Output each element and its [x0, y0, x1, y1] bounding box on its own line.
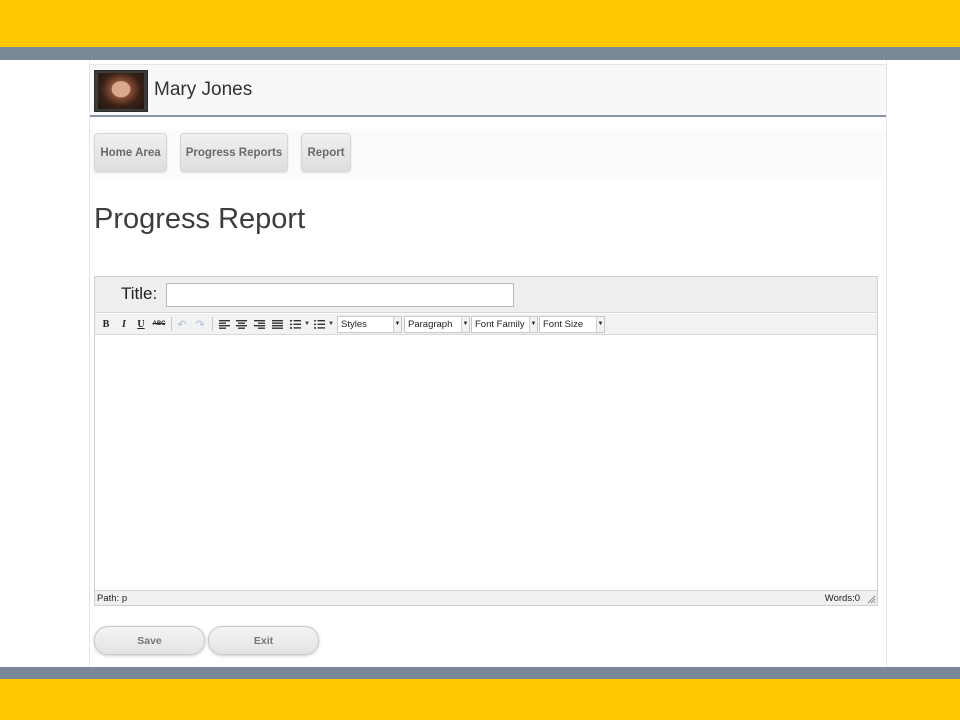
top-accent-band	[0, 0, 960, 47]
nav-progress-reports-button[interactable]: Progress Reports	[180, 133, 288, 172]
paragraph-select[interactable]: Paragraph ▼	[404, 316, 470, 333]
chevron-down-icon[interactable]: ▼	[328, 316, 334, 332]
bullet-list-icon[interactable]	[311, 316, 327, 332]
chevron-down-icon[interactable]: ▼	[304, 316, 310, 332]
align-justify-icon[interactable]	[269, 316, 285, 332]
nav-home-area-button[interactable]: Home Area	[94, 133, 167, 172]
chevron-down-icon: ▼	[596, 317, 604, 332]
align-left-icon[interactable]	[216, 316, 232, 332]
avatar	[94, 70, 148, 112]
chevron-down-icon: ▼	[461, 317, 469, 332]
strikethrough-button[interactable]: ABC	[151, 316, 167, 332]
font-family-select[interactable]: Font Family ▼	[471, 316, 538, 333]
font-size-select[interactable]: Font Size ▼	[539, 316, 605, 333]
title-input[interactable]	[166, 283, 514, 307]
editor-toolbar: B I U ABC ↶ ↷ ▼ ▼ Styles ▼ Paragraph ▼ F…	[95, 314, 877, 335]
styles-select-value: Styles	[341, 319, 367, 330]
chevron-down-icon: ▼	[393, 317, 401, 332]
underline-button[interactable]: U	[133, 316, 149, 332]
toolbar-separator	[212, 317, 213, 331]
paragraph-select-value: Paragraph	[408, 319, 453, 330]
chevron-down-icon: ▼	[529, 317, 537, 332]
bottom-grey-stripe	[0, 667, 960, 679]
report-editor: Title: B I U ABC ↶ ↷ ▼ ▼ Styles ▼ Paragr…	[94, 276, 878, 606]
styles-select[interactable]: Styles ▼	[337, 316, 402, 333]
element-path: Path: p	[97, 593, 128, 604]
user-header: Mary Jones	[90, 64, 886, 117]
bold-button[interactable]: B	[98, 316, 114, 332]
exit-button[interactable]: Exit	[208, 626, 319, 655]
bottom-accent-band	[0, 679, 960, 720]
word-count: Words:0	[824, 593, 860, 604]
editor-status-bar: Path: p Words:0	[95, 590, 877, 605]
avatar-photo	[98, 73, 144, 109]
font-family-select-value: Font Family	[475, 319, 525, 330]
align-center-icon[interactable]	[233, 316, 249, 332]
save-button[interactable]: Save	[94, 626, 205, 655]
user-name: Mary Jones	[154, 79, 253, 100]
toolbar-separator	[171, 317, 172, 331]
redo-icon[interactable]: ↷	[192, 316, 208, 332]
nav-bar: Home Area Progress Reports Report	[90, 130, 886, 178]
page-title: Progress Report	[94, 203, 306, 235]
numbered-list-icon[interactable]	[287, 316, 303, 332]
title-label: Title:	[121, 284, 158, 303]
frame-right-edge	[886, 60, 887, 667]
title-row: Title:	[95, 277, 877, 313]
top-grey-stripe	[0, 47, 960, 60]
font-size-select-value: Font Size	[543, 319, 584, 330]
nav-report-button[interactable]: Report	[301, 133, 351, 172]
undo-icon[interactable]: ↶	[174, 316, 190, 332]
editor-content-area[interactable]	[95, 335, 877, 590]
resize-handle-icon[interactable]	[867, 595, 876, 604]
align-right-icon[interactable]	[251, 316, 267, 332]
italic-button[interactable]: I	[116, 316, 132, 332]
